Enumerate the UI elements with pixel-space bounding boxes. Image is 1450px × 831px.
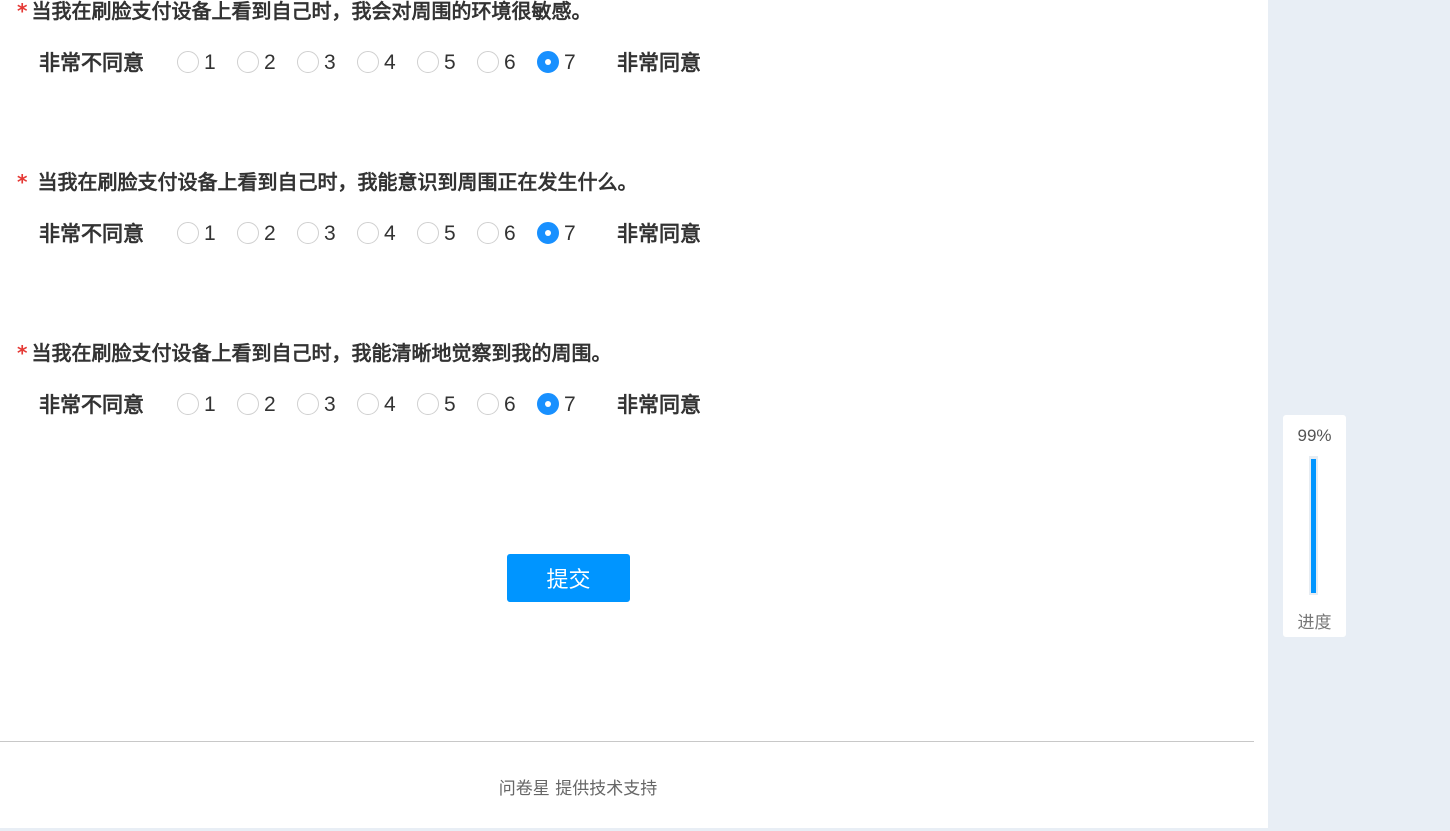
radio-button[interactable] [417, 51, 439, 73]
radio-button[interactable] [477, 51, 499, 73]
progress-bar-track [1309, 456, 1318, 595]
radio-button[interactable] [177, 222, 199, 244]
radio-button[interactable] [177, 51, 199, 73]
progress-percent: 99% [1297, 426, 1332, 445]
option-label: 3 [324, 222, 336, 245]
radio-button[interactable] [477, 222, 499, 244]
progress-bar-fill [1311, 459, 1316, 593]
scale-low-label: 非常不同意 [39, 51, 144, 75]
scale-high-label: 非常同意 [617, 222, 701, 246]
likert-scale: 非常不同意 1 2 3 4 5 6 7 非常同意 [0, 48, 800, 78]
option-label: 3 [324, 393, 336, 416]
question-text: 当我在刷脸支付设备上看到自己时，我能意识到周围正在发生什么。 [37, 170, 638, 194]
option-label: 7 [564, 51, 576, 74]
radio-button[interactable] [357, 222, 379, 244]
progress-label: 进度 [1297, 613, 1332, 633]
radio-button[interactable] [297, 393, 319, 415]
radio-button-selected[interactable] [537, 51, 559, 73]
option-label: 5 [444, 393, 456, 416]
question-title: * 当我在刷脸支付设备上看到自己时，我会对周围的环境很敏感。 [17, 0, 591, 24]
option-label: 6 [504, 222, 516, 245]
radio-button[interactable] [237, 51, 259, 73]
likert-scale: 非常不同意 1 2 3 4 5 6 7 非常同意 [0, 219, 800, 249]
scale-low-label: 非常不同意 [39, 222, 144, 246]
footer-divider [0, 741, 1254, 742]
scale-high-label: 非常同意 [617, 393, 701, 417]
radio-button[interactable] [357, 51, 379, 73]
submit-button[interactable]: 提交 [507, 554, 630, 602]
option-label: 2 [264, 393, 276, 416]
radio-button[interactable] [237, 393, 259, 415]
radio-button[interactable] [297, 51, 319, 73]
radio-button[interactable] [237, 222, 259, 244]
option-label: 1 [204, 393, 216, 416]
radio-button[interactable] [177, 393, 199, 415]
required-asterisk: * [17, 0, 28, 23]
question-text: 当我在刷脸支付设备上看到自己时，我会对周围的环境很敏感。 [31, 0, 592, 23]
option-label: 2 [264, 51, 276, 74]
radio-button[interactable] [297, 222, 319, 244]
radio-button[interactable] [417, 393, 439, 415]
progress-widget: 99% 进度 [1283, 415, 1346, 637]
radio-button[interactable] [357, 393, 379, 415]
likert-scale: 非常不同意 1 2 3 4 5 6 7 非常同意 [0, 390, 800, 420]
option-label: 1 [204, 222, 216, 245]
scale-high-label: 非常同意 [617, 51, 701, 75]
question-text: 当我在刷脸支付设备上看到自己时，我能清晰地觉察到我的周围。 [31, 341, 612, 365]
question-title: * 当我在刷脸支付设备上看到自己时，我能清晰地觉察到我的周围。 [17, 340, 611, 366]
required-asterisk: * [17, 341, 28, 365]
option-label: 4 [384, 222, 396, 245]
option-label: 6 [504, 51, 516, 74]
survey-main-panel: * 当我在刷脸支付设备上看到自己时，我会对周围的环境很敏感。 非常不同意 1 2 … [0, 0, 1268, 828]
radio-button-selected[interactable] [537, 393, 559, 415]
option-label: 4 [384, 393, 396, 416]
option-label: 7 [564, 222, 576, 245]
footer-powered-by: 问卷星 提供技术支持 [498, 779, 658, 799]
radio-button-selected[interactable] [537, 222, 559, 244]
option-label: 7 [564, 393, 576, 416]
radio-button[interactable] [477, 393, 499, 415]
option-label: 3 [324, 51, 336, 74]
question-title: * 当我在刷脸支付设备上看到自己时，我能意识到周围正在发生什么。 [17, 169, 637, 195]
option-label: 4 [384, 51, 396, 74]
required-asterisk: * [17, 170, 28, 194]
radio-button[interactable] [417, 222, 439, 244]
option-label: 6 [504, 393, 516, 416]
option-label: 1 [204, 51, 216, 74]
option-label: 2 [264, 222, 276, 245]
option-label: 5 [444, 222, 456, 245]
option-label: 5 [444, 51, 456, 74]
scale-low-label: 非常不同意 [39, 393, 144, 417]
